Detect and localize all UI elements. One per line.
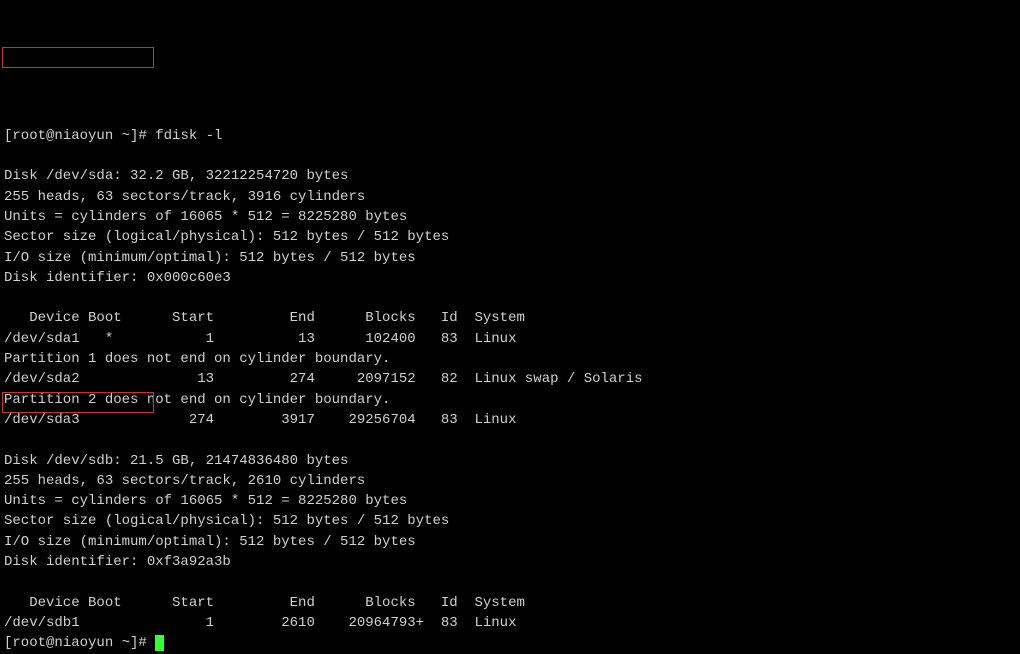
highlight-disk-sda bbox=[2, 47, 154, 68]
partition-warning: Partition 2 does not end on cylinder bou… bbox=[4, 392, 390, 408]
disk-sda-sector: Sector size (logical/physical): 512 byte… bbox=[4, 229, 449, 245]
partition-table-header: Device Boot Start End Blocks Id System bbox=[4, 595, 525, 611]
command-text: fdisk -l bbox=[155, 128, 222, 144]
table-row: /dev/sda3 274 3917 29256704 83 Linux bbox=[4, 412, 516, 428]
disk-sda-geometry: 255 heads, 63 sectors/track, 3916 cylind… bbox=[4, 189, 365, 205]
shell-prompt: [root@niaoyun ~]# bbox=[4, 128, 155, 144]
partition-warning: Partition 1 does not end on cylinder bou… bbox=[4, 351, 390, 367]
disk-sda-units: Units = cylinders of 16065 * 512 = 82252… bbox=[4, 209, 407, 225]
disk-sdb-geometry: 255 heads, 63 sectors/track, 2610 cylind… bbox=[4, 473, 365, 489]
disk-sdb-units: Units = cylinders of 16065 * 512 = 82252… bbox=[4, 493, 407, 509]
table-row: /dev/sda1 * 1 13 102400 83 Linux bbox=[4, 331, 516, 347]
table-row: /dev/sdb1 1 2610 20964793+ 83 Linux bbox=[4, 615, 516, 631]
cursor-icon[interactable] bbox=[155, 635, 164, 651]
disk-sda-header: Disk /dev/sda: 32.2 GB, 32212254720 byte… bbox=[4, 168, 348, 184]
shell-prompt[interactable]: [root@niaoyun ~]# bbox=[4, 635, 155, 651]
disk-sdb-sector: Sector size (logical/physical): 512 byte… bbox=[4, 513, 449, 529]
table-row: /dev/sda2 13 274 2097152 82 Linux swap /… bbox=[4, 371, 643, 387]
disk-sdb-io: I/O size (minimum/optimal): 512 bytes / … bbox=[4, 534, 416, 550]
disk-sdb-header: Disk /dev/sdb: 21.5 GB, 21474836480 byte… bbox=[4, 453, 348, 469]
partition-table-header: Device Boot Start End Blocks Id System bbox=[4, 310, 525, 326]
disk-sda-identifier: Disk identifier: 0x000c60e3 bbox=[4, 270, 231, 286]
disk-sdb-identifier: Disk identifier: 0xf3a92a3b bbox=[4, 554, 231, 570]
disk-sda-io: I/O size (minimum/optimal): 512 bytes / … bbox=[4, 250, 416, 266]
